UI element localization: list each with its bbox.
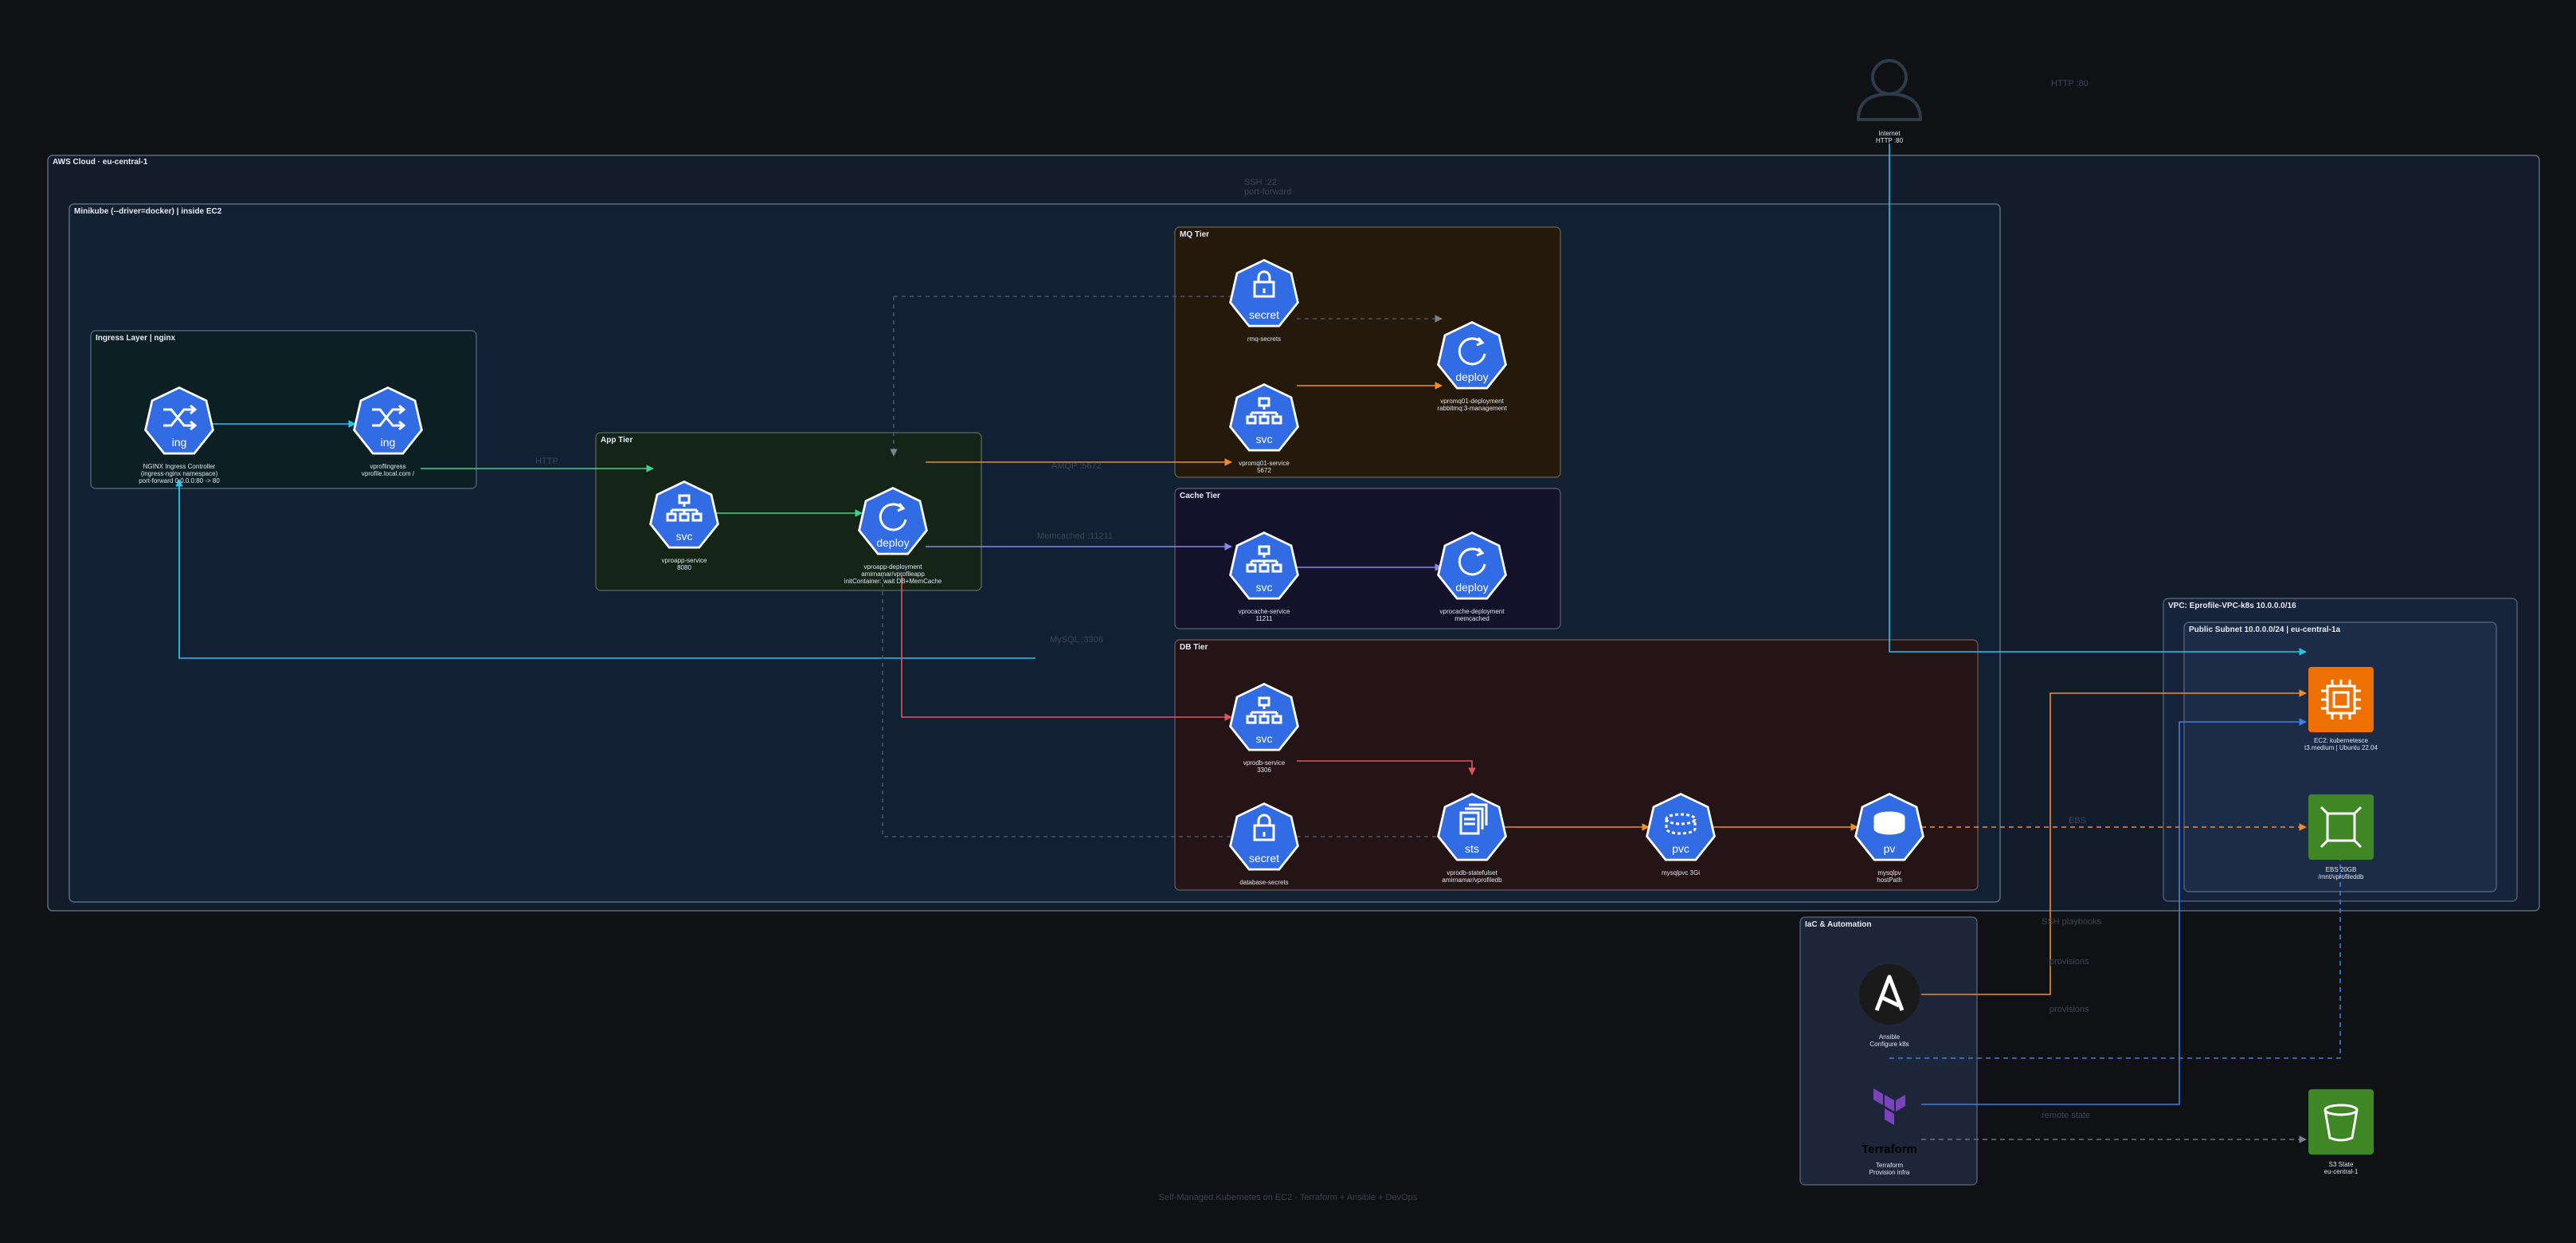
terraform-wordmark: Terraform: [1862, 1143, 1917, 1156]
ec2-icon-bg: [2308, 667, 2374, 732]
k8s-node-label-1: database-secrets: [1239, 879, 1288, 886]
internet-user: Internet HTTP :80: [1856, 59, 1923, 144]
edge-label-vpc-top1: SSH :22: [1244, 178, 1277, 187]
ec2-label-1: EC2: kubernetesce: [2314, 737, 2369, 744]
edge-label-amqp: AMQP :5672: [1051, 461, 1102, 471]
k8s-node-label-3: port-forward 0.0.0.0:80 -> 80: [139, 477, 220, 484]
k8s-kind-label: sts: [1465, 842, 1479, 855]
k8s-node-label-2: memcached: [1454, 615, 1490, 622]
edge-label-memcached: Memcached :11211: [1037, 531, 1113, 541]
k8s-node-label-2: vprofile.local.com /: [362, 470, 415, 477]
ingress-layer-title: Ingress Layer | nginx: [96, 334, 175, 343]
s3-label-2: eu-central-1: [2324, 1168, 2359, 1175]
db-tier-title: DB Tier: [1180, 643, 1208, 652]
cache-tier-title: Cache Tier: [1180, 492, 1220, 500]
user-label-2: HTTP :80: [1876, 137, 1904, 144]
k8s-kind-label: svc: [1256, 433, 1273, 445]
k8s-node-label-2: amirnamar/vprofiledb: [1442, 876, 1502, 884]
user-label-1: Internet: [1878, 130, 1901, 137]
ansible-label-2: Configure k8s: [1869, 1041, 1909, 1048]
k8s-kind-label: pvc: [1672, 842, 1689, 855]
k8s-kind-label: secret: [1249, 308, 1279, 321]
k8s-node-label-2: hostPath: [1877, 876, 1902, 884]
edge-label-ebs: EBS: [2069, 816, 2086, 825]
k8s-node-label-2: amirnamar/vprofileapp: [861, 571, 925, 578]
k8s-node-label-1: mysqlpv: [1877, 869, 1901, 876]
diagram-footer: Self-Managed Kubernetes on EC2 · Terrafo…: [1159, 1193, 1418, 1202]
edge-label-ssh-playbooks: SSH playbooks: [2042, 917, 2102, 927]
k8s-node-label-1: vpromq01-service: [1239, 460, 1290, 467]
k8s-node-label-1: vprodb-service: [1243, 759, 1286, 767]
k8s-node-db-sts[interactable]: sts vprodb-statefulsetamirnamar/vprofiled…: [1437, 793, 1507, 884]
s3-node[interactable]: S3 State eu-central-1: [2308, 1089, 2374, 1175]
public-subnet-title: Public Subnet 10.0.0.0/24 | eu-central-1…: [2189, 625, 2341, 634]
k8s-node-label-1: vproapp-deployment: [864, 563, 923, 571]
vpc-title: VPC: Eprofile-VPC-k8s 10.0.0.0/16: [2168, 602, 2296, 610]
minikube-title: Minikube (--driver=docker) | inside EC2: [74, 207, 222, 216]
k8s-node-mq-service[interactable]: svc vpromq01-service5672: [1229, 383, 1299, 474]
k8s-node-label-1: vprocache-deployment: [1440, 608, 1505, 615]
k8s-node-label-1: vproapp-service: [662, 557, 707, 564]
k8s-node-label-2: 8080: [677, 564, 691, 571]
k8s-node-label-3: initContainer: wait DB+MemCache: [844, 578, 942, 585]
iac-title: IaC & Automation: [1805, 920, 1872, 929]
k8s-kind-label: ing: [172, 436, 187, 449]
k8s-node-label-1: vpromq01-deployment: [1440, 398, 1504, 405]
k8s-kind-label: svc: [1256, 581, 1273, 594]
k8s-node-label-1: vproflingress: [370, 463, 405, 470]
k8s-kind-label: deploy: [1455, 371, 1488, 383]
ebs-label-1: EBS 20GB: [2326, 866, 2357, 873]
s3-icon-bg: [2308, 1089, 2374, 1155]
edge-label-remote-state: remote state: [2042, 1111, 2090, 1120]
k8s-kind-label: secret: [1249, 852, 1279, 865]
k8s-node-cache-deploy[interactable]: deploy vprocache-deploymentmemcached: [1437, 531, 1507, 622]
k8s-node-label-2: 5672: [1257, 467, 1271, 474]
k8s-kind-label: pv: [1884, 842, 1896, 855]
k8s-kind-label: deploy: [876, 536, 909, 549]
ec2-node[interactable]: EC2: kubernetesce t3.medium | Ubuntu 22.…: [2304, 667, 2378, 751]
app-tier-title: App Tier: [601, 436, 632, 445]
edge-label-provision2: provisions: [2049, 1005, 2089, 1014]
user-icon: [1856, 59, 1923, 121]
k8s-node-label-2: rabbitmq:3-management: [1437, 405, 1507, 412]
k8s-node-label-1: rmq-secrets: [1247, 335, 1281, 343]
pv-glyph-icon: [1873, 811, 1905, 835]
k8s-node-label-2: (ingress-nginx namespace): [141, 470, 218, 477]
terraform-label-1: Terraform: [1876, 1162, 1904, 1169]
ebs-icon-bg: [2308, 794, 2374, 860]
ebs-label-2: /mnt/vprofileddb: [2319, 873, 2364, 880]
k8s-kind-label: svc: [1256, 732, 1273, 745]
k8s-node-label-1: vprocache-service: [1239, 608, 1290, 615]
aws-cloud-title: AWS Cloud · eu-central-1: [53, 158, 148, 167]
edge-label-provision1: provisions: [2049, 957, 2089, 967]
k8s-node-mq-deploy[interactable]: deploy vpromq01-deploymentrabbitmq:3-mana…: [1437, 321, 1507, 412]
db-tier-container: DB Tier: [1174, 639, 1979, 891]
edge-label-ingress: HTTP: [535, 457, 558, 466]
k8s-kind-label: deploy: [1455, 581, 1488, 594]
s3-label-1: S3 State: [2329, 1161, 2354, 1168]
k8s-kind-label: svc: [676, 530, 693, 543]
edge-label-vpc-top2: port-forward: [1244, 187, 1291, 197]
ec2-label-2: t3.medium | Ubuntu 22.04: [2304, 744, 2378, 751]
k8s-node-label-2: 3306: [1257, 767, 1271, 774]
k8s-node-label-1: NGINX Ingress Controller: [143, 463, 216, 470]
edge-label-internet: HTTP :80: [2051, 79, 2089, 88]
edge-label-mysql: MySQL :3306: [1050, 635, 1103, 645]
k8s-node-label-2: 11211: [1255, 615, 1273, 622]
terraform-label-2: Provision infra: [1869, 1169, 1910, 1176]
architecture-diagram: AWS Cloud · eu-central-1 Minikube (--dri…: [47, 59, 2540, 1202]
ansible-icon: [1859, 964, 1920, 1025]
k8s-node-label-1: mysqlpvc 3Gi: [1662, 869, 1700, 876]
k8s-kind-label: ing: [381, 436, 396, 449]
k8s-node-cache-service[interactable]: svc vprocache-service11211: [1229, 531, 1299, 622]
ansible-label-1: Ansible: [1879, 1033, 1901, 1041]
mq-tier-title: MQ Tier: [1180, 230, 1209, 239]
k8s-node-label-1: vprodb-statefulset: [1447, 869, 1497, 876]
